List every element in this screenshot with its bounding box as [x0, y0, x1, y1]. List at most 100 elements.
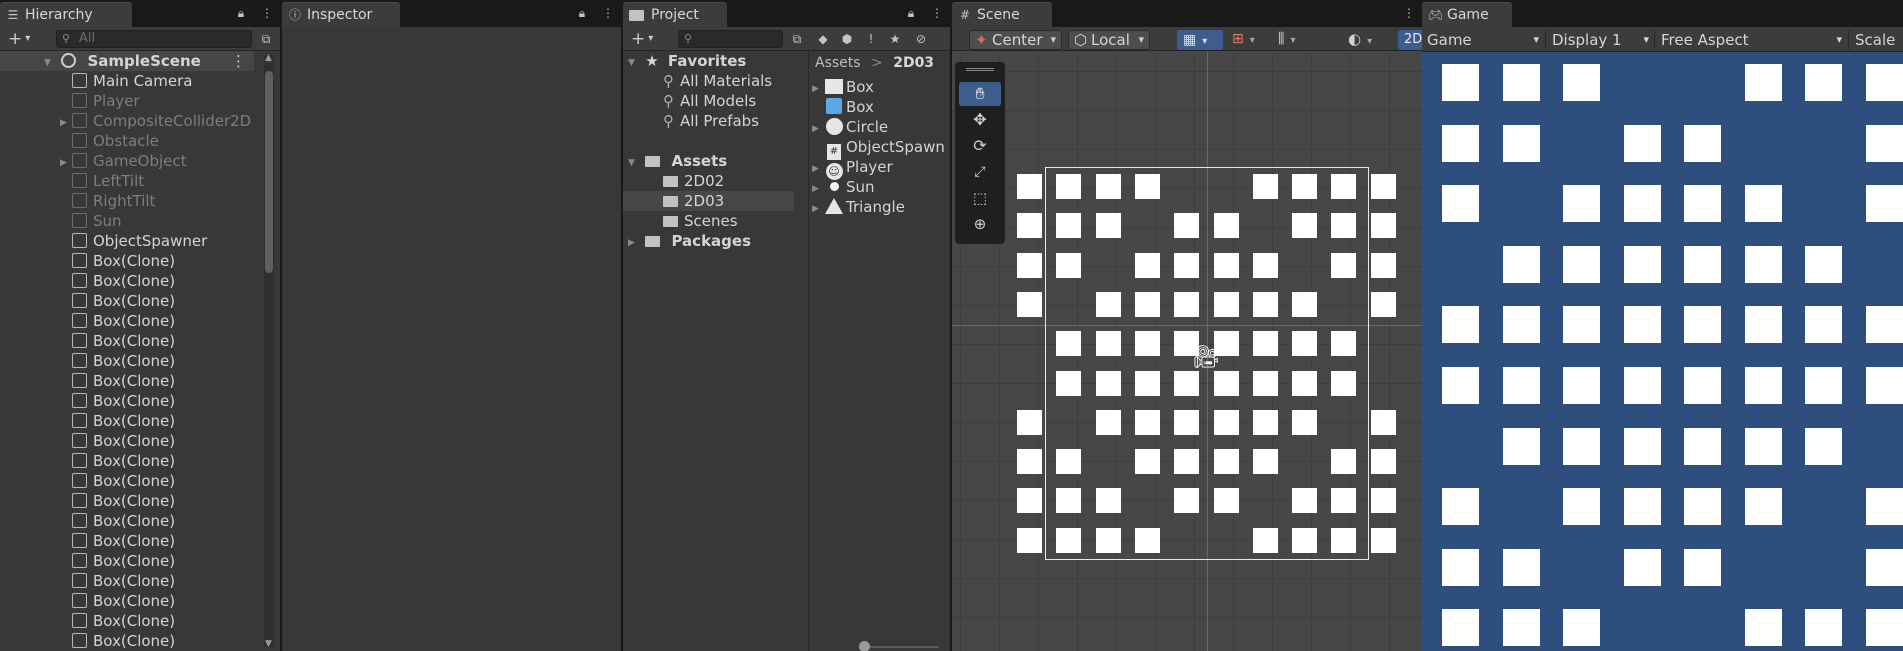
- slider-handle[interactable]: [859, 641, 870, 651]
- create-button[interactable]: + ▾: [8, 29, 30, 49]
- overlay-drag-handle[interactable]: [966, 68, 994, 71]
- scene-box-sprite[interactable]: [1095, 174, 1121, 199]
- asset-file-item[interactable]: ▶ Sun: [810, 177, 950, 197]
- scene-box-sprite[interactable]: [1056, 331, 1082, 357]
- hierarchy-item[interactable]: Box(Clone): [0, 451, 254, 471]
- hierarchy-item[interactable]: Box(Clone): [0, 531, 254, 551]
- scene-box-sprite[interactable]: [1134, 174, 1160, 199]
- scene-box-sprite[interactable]: [1331, 331, 1357, 357]
- scene-box-sprite[interactable]: [1017, 252, 1042, 278]
- more-menu-icon[interactable]: ⋮: [601, 6, 615, 20]
- project-search-input[interactable]: ⚲: [678, 30, 783, 48]
- asset-file-item[interactable]: ▶ ☺ Player: [810, 157, 950, 180]
- scene-box-sprite[interactable]: [1017, 174, 1042, 199]
- scene-box-sprite[interactable]: [1095, 291, 1121, 317]
- hierarchy-item[interactable]: Box(Clone): [0, 571, 254, 591]
- hierarchy-item[interactable]: Obstacle: [0, 131, 254, 151]
- scene-box-sprite[interactable]: [1174, 409, 1200, 435]
- hierarchy-item[interactable]: Box(Clone): [0, 551, 254, 571]
- draw-mode-icon[interactable]: ◐ ▾: [1348, 30, 1372, 48]
- scene-box-sprite[interactable]: [1213, 370, 1239, 396]
- pivot-space-dropdown[interactable]: ⬡ Local: [1068, 30, 1150, 50]
- hidden-packages-icon[interactable]: ⊘: [914, 32, 928, 46]
- scene-box-sprite[interactable]: [1331, 488, 1357, 514]
- breadcrumb-assets[interactable]: Assets: [815, 55, 861, 71]
- game-view-dropdown[interactable]: Game ▾: [1427, 30, 1539, 50]
- favorite-item[interactable]: ⚲ All Models: [623, 91, 794, 111]
- scene-box-sprite[interactable]: [1213, 488, 1239, 514]
- scene-box-sprite[interactable]: [1292, 291, 1318, 317]
- scene-box-sprite[interactable]: [1056, 527, 1082, 553]
- camera-gizmo-icon[interactable]: 🎥︎: [1192, 345, 1220, 370]
- hierarchy-item[interactable]: ▶ CompositeCollider2D: [0, 111, 254, 131]
- pivot-mode-dropdown[interactable]: ✦ Center: [969, 30, 1062, 50]
- scene-box-sprite[interactable]: [1252, 291, 1278, 317]
- hierarchy-search-input[interactable]: ⚲ All: [56, 30, 252, 48]
- scene-box-sprite[interactable]: [1370, 291, 1396, 317]
- scene-box-sprite[interactable]: [1370, 488, 1396, 514]
- scene-box-sprite[interactable]: [1292, 370, 1318, 396]
- scroll-up-icon[interactable]: ▲: [265, 53, 272, 63]
- scene-box-sprite[interactable]: [1056, 488, 1082, 514]
- scene-box-sprite[interactable]: [1174, 370, 1200, 396]
- hierarchy-item[interactable]: Box(Clone): [0, 311, 254, 331]
- hierarchy-item[interactable]: Box(Clone): [0, 351, 254, 371]
- foldout-collapsed-icon[interactable]: ▶: [812, 79, 824, 99]
- hierarchy-item[interactable]: Box(Clone): [0, 611, 254, 631]
- scene-box-sprite[interactable]: [1331, 213, 1357, 239]
- scene-box-sprite[interactable]: [1213, 213, 1239, 239]
- packages-row[interactable]: ▶ Packages: [623, 231, 794, 251]
- scene-box-sprite[interactable]: [1174, 291, 1200, 317]
- hierarchy-item[interactable]: Box(Clone): [0, 631, 254, 651]
- hierarchy-item[interactable]: Box(Clone): [0, 371, 254, 391]
- scene-box-sprite[interactable]: [1370, 252, 1396, 278]
- log-warning-icon[interactable]: !: [864, 32, 878, 46]
- scroll-down-icon[interactable]: ▼: [265, 639, 272, 649]
- asset-file-item[interactable]: ▶ Circle: [810, 117, 950, 137]
- scene-box-sprite[interactable]: [1292, 331, 1318, 357]
- scene-box-sprite[interactable]: [1174, 449, 1200, 475]
- scene-box-sprite[interactable]: [1252, 331, 1278, 357]
- scene-box-sprite[interactable]: [1331, 449, 1357, 475]
- scene-box-sprite[interactable]: [1095, 331, 1121, 357]
- scene-box-sprite[interactable]: [1017, 449, 1042, 475]
- asset-file-item[interactable]: Box: [810, 97, 950, 117]
- hierarchy-item[interactable]: ObjectSpawner: [0, 231, 254, 251]
- hierarchy-item[interactable]: Box(Clone): [0, 511, 254, 531]
- scene-box-sprite[interactable]: [1134, 409, 1160, 435]
- aspect-dropdown[interactable]: Free Aspect ▾: [1654, 30, 1842, 50]
- asset-folder-item[interactable]: 2D03: [623, 191, 794, 211]
- hierarchy-item[interactable]: Player: [0, 91, 254, 111]
- hierarchy-scrollbar[interactable]: ▲ ▼: [264, 53, 274, 649]
- scene-box-sprite[interactable]: [1017, 291, 1042, 317]
- favorite-star-icon[interactable]: ★: [888, 32, 902, 46]
- hierarchy-item[interactable]: Box(Clone): [0, 391, 254, 411]
- lock-icon[interactable]: 🔒︎: [904, 6, 918, 20]
- scene-box-sprite[interactable]: [1252, 409, 1278, 435]
- scene-box-sprite[interactable]: [1292, 174, 1318, 199]
- foldout-collapsed-icon[interactable]: ▶: [812, 199, 824, 219]
- scene-box-sprite[interactable]: [1252, 252, 1278, 278]
- foldout-collapsed-icon[interactable]: ▶: [812, 119, 824, 139]
- hierarchy-item[interactable]: Main Camera: [0, 71, 254, 91]
- scene-box-sprite[interactable]: [1017, 213, 1042, 239]
- hierarchy-item[interactable]: Box(Clone): [0, 411, 254, 431]
- hierarchy-item[interactable]: LeftTilt: [0, 171, 254, 191]
- hierarchy-item[interactable]: RightTilt: [0, 191, 254, 211]
- scene-box-sprite[interactable]: [1095, 527, 1121, 553]
- display-dropdown[interactable]: Display 1 ▾: [1545, 30, 1649, 50]
- hierarchy-scroll-thumb[interactable]: [265, 71, 273, 273]
- hierarchy-item[interactable]: Box(Clone): [0, 431, 254, 451]
- tab-hierarchy[interactable]: ☰ Hierarchy: [0, 2, 132, 27]
- more-menu-icon[interactable]: ⋮: [1402, 6, 1416, 20]
- scene-box-sprite[interactable]: [1134, 370, 1160, 396]
- scene-box-sprite[interactable]: [1292, 213, 1318, 239]
- scene-box-sprite[interactable]: [1370, 527, 1396, 553]
- hierarchy-item[interactable]: Box(Clone): [0, 591, 254, 611]
- search-by-type-icon[interactable]: ⧉: [790, 32, 804, 46]
- scene-viewport[interactable]: 🎥︎: [952, 52, 1422, 651]
- hierarchy-item[interactable]: ▶ GameObject: [0, 151, 254, 171]
- scene-box-sprite[interactable]: [1134, 449, 1160, 475]
- snap-increment-icon[interactable]: ⊞ ▾: [1232, 31, 1255, 47]
- scene-box-sprite[interactable]: [1213, 291, 1239, 317]
